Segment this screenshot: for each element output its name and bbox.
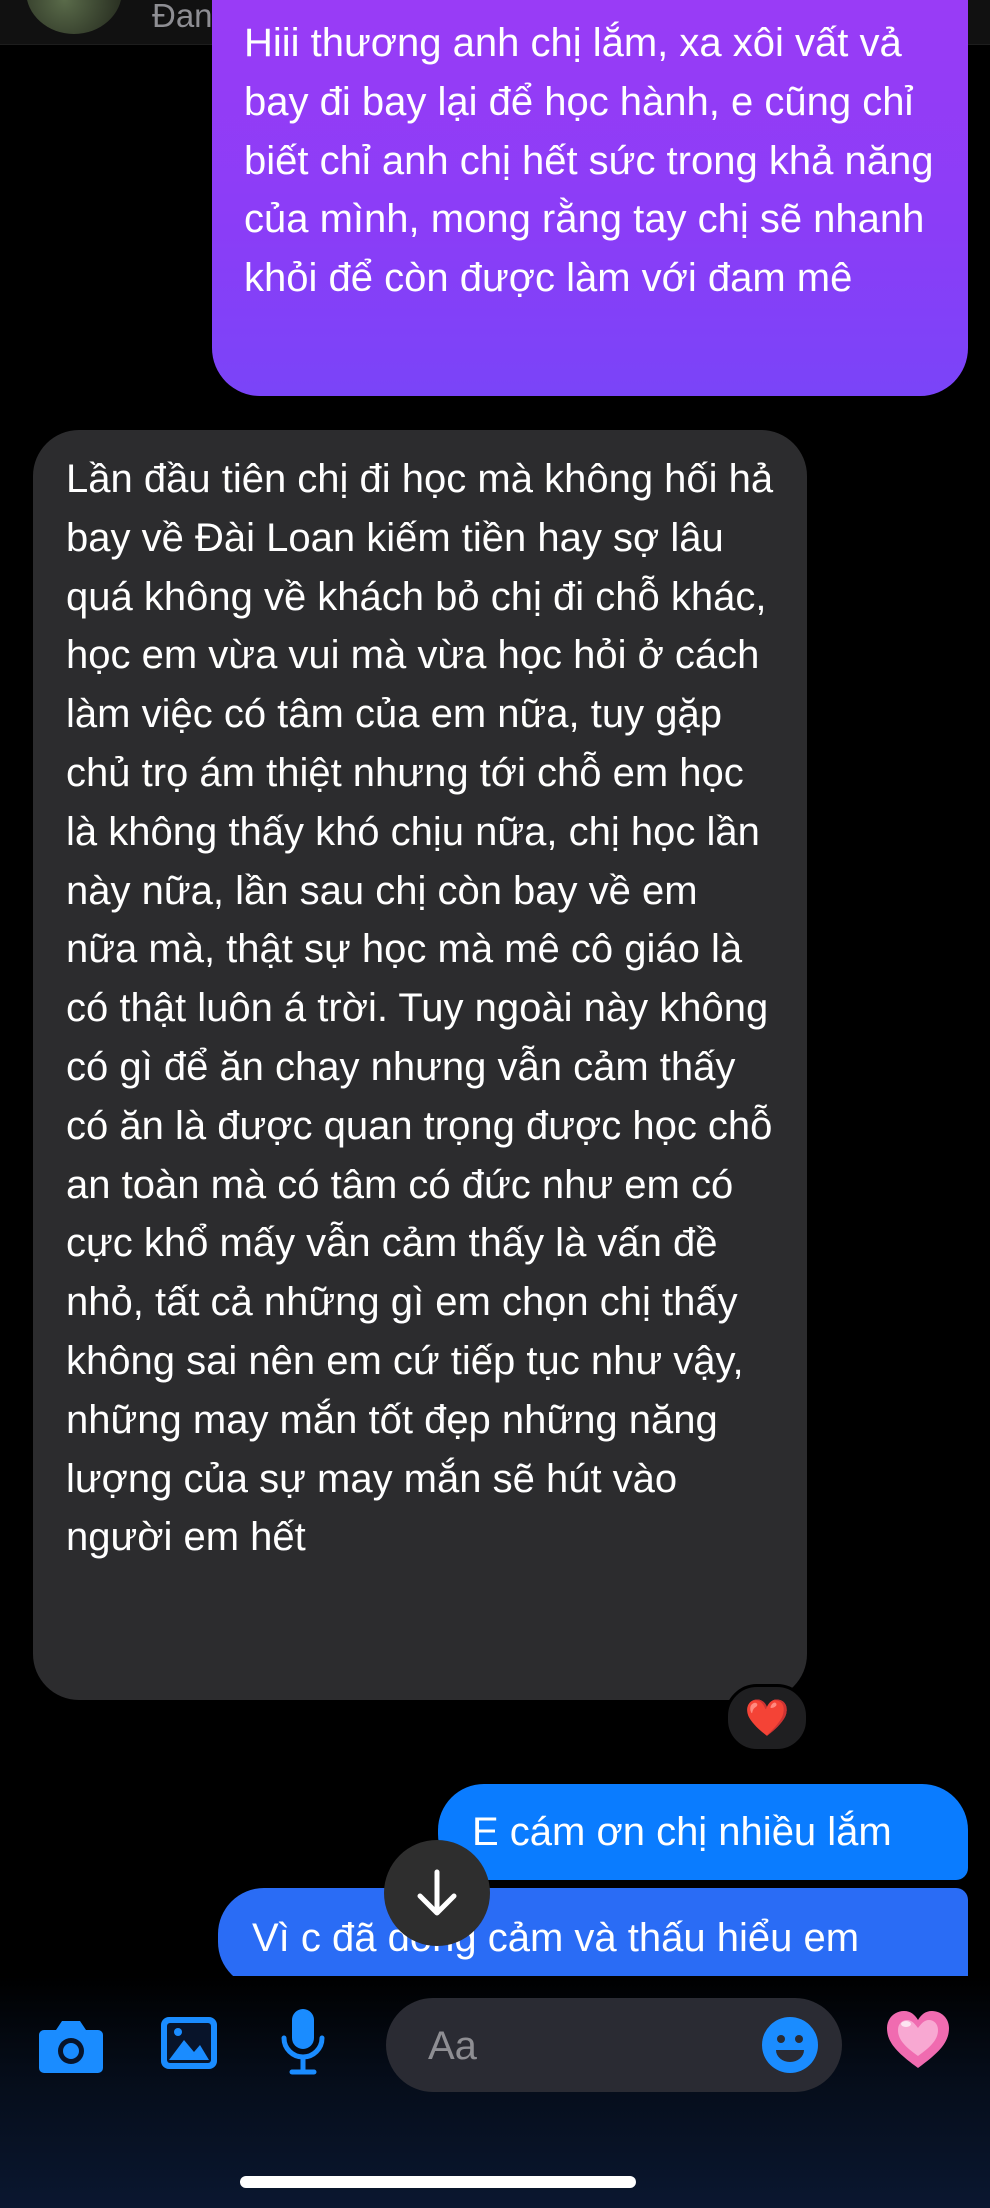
emoji-icon[interactable] [760, 2015, 820, 2075]
message-text: Vì c đã đồng cảm và thấu hiểu em [252, 1916, 860, 1960]
sent-message-bubble[interactable]: Vì c đã đồng cảm và thấu hiểu em [218, 1888, 968, 1988]
message-input-field[interactable] [386, 1998, 842, 2094]
microphone-icon[interactable] [278, 2006, 328, 2078]
sent-message-bubble[interactable]: Hiii thương anh chị lắm, xa xôi vất vả b… [212, 0, 968, 396]
received-message-bubble[interactable]: Lần đầu tiên chị đi học mà không hối hả … [33, 430, 807, 1700]
home-indicator[interactable] [240, 2176, 636, 2188]
gallery-icon[interactable] [158, 2014, 220, 2072]
heart-reaction-icon[interactable]: ❤️ [725, 1684, 809, 1752]
message-input[interactable] [426, 1998, 750, 2094]
message-text: Hiii thương anh chị lắm, xa xôi vất vả b… [244, 21, 934, 301]
avatar[interactable] [26, 0, 122, 34]
arrow-down-icon [417, 1869, 457, 1916]
sent-message-bubble[interactable]: E cám ơn chị nhiều lắm [438, 1784, 968, 1880]
message-text: Lần đầu tiên chị đi học mà không hối hả … [66, 457, 774, 1560]
message-text: E cám ơn chị nhiều lắm [472, 1810, 892, 1854]
scroll-to-bottom-button[interactable] [384, 1840, 490, 1946]
heart-icon[interactable] [884, 2008, 952, 2072]
camera-icon[interactable] [36, 2014, 106, 2076]
message-composer [0, 1976, 990, 2208]
